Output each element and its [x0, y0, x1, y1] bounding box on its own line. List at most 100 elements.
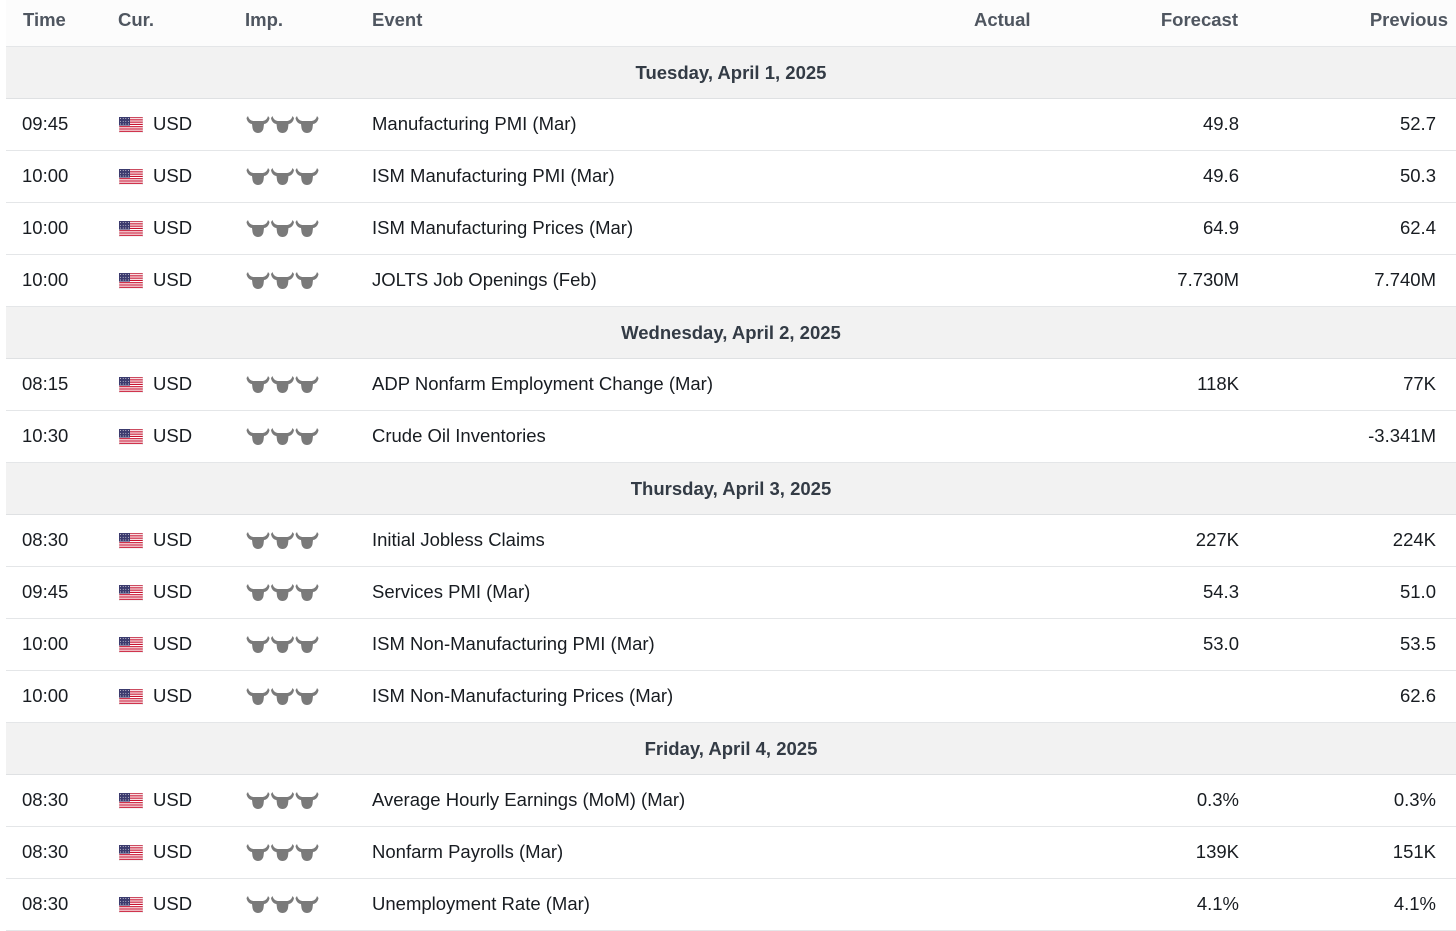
event-name[interactable]: Crude Oil Inventories: [372, 425, 546, 447]
bull-icon: [271, 792, 294, 809]
economic-calendar: Time Cur. Imp. Event Actual Forecast Pre…: [0, 0, 1456, 931]
us-flag-icon: [119, 273, 143, 289]
us-flag-icon: [119, 117, 143, 133]
table-row[interactable]: 08:30 USD Nonfarm Payrolls (Mar) 139K 151K: [6, 827, 1456, 879]
us-flag-icon: [119, 845, 143, 861]
date-row: Wednesday, April 2, 2025: [6, 307, 1456, 359]
bull-icon: [295, 584, 319, 601]
event-name[interactable]: JOLTS Job Openings (Feb): [372, 269, 597, 291]
bull-icon: [246, 844, 270, 861]
event-forecast: 139K: [1195, 841, 1239, 862]
importance-bulls-icon: [246, 688, 319, 705]
event-name[interactable]: Average Hourly Earnings (MoM) (Mar): [372, 789, 685, 811]
event-currency: USD: [153, 581, 193, 602]
event-currency: USD: [153, 425, 193, 446]
importance-bulls-icon: [246, 636, 319, 653]
event-name[interactable]: ISM Manufacturing PMI (Mar): [372, 165, 615, 187]
event-name[interactable]: ADP Nonfarm Employment Change (Mar): [372, 373, 713, 395]
event-name[interactable]: Nonfarm Payrolls (Mar): [372, 841, 563, 863]
event-time: 10:00: [22, 685, 69, 706]
event-previous: 62.4: [1399, 217, 1436, 238]
table-row[interactable]: 08:15 USD ADP Nonfarm Employment Change (M…: [6, 359, 1456, 411]
event-currency: USD: [153, 113, 193, 134]
bull-icon: [246, 688, 270, 705]
event-time: 08:30: [22, 841, 69, 862]
header-event[interactable]: Event: [372, 9, 422, 31]
header-previous[interactable]: Previous: [1370, 9, 1448, 31]
importance-bulls-icon: [246, 376, 319, 393]
event-name[interactable]: Manufacturing PMI (Mar): [372, 113, 577, 135]
us-flag-icon: [119, 897, 143, 913]
bull-icon: [246, 792, 270, 809]
table-row[interactable]: 10:00 USD ISM Manufacturing Prices (Mar) 64…: [6, 203, 1456, 255]
us-flag-icon: [119, 533, 143, 549]
event-forecast: 53.0: [1202, 633, 1239, 654]
event-name[interactable]: Initial Jobless Claims: [372, 529, 545, 551]
importance-bulls-icon: [246, 584, 319, 601]
bull-icon: [246, 168, 270, 185]
event-name[interactable]: Unemployment Rate (Mar): [372, 893, 590, 915]
bull-icon: [295, 168, 319, 185]
us-flag-icon: [119, 169, 143, 185]
bull-icon: [295, 844, 319, 861]
event-forecast: 54.3: [1202, 581, 1239, 602]
bull-icon: [271, 584, 294, 601]
event-name[interactable]: ISM Non-Manufacturing Prices (Mar): [372, 685, 673, 707]
importance-bulls-icon: [246, 116, 319, 133]
date-row: Thursday, April 3, 2025: [6, 463, 1456, 515]
date-label: Tuesday, April 1, 2025: [635, 61, 827, 83]
event-currency: USD: [153, 373, 193, 394]
bull-icon: [246, 532, 270, 549]
bull-icon: [295, 272, 319, 289]
table-row[interactable]: 09:45 USD Services PMI (Mar) 54.3 51.0: [6, 567, 1456, 619]
bull-icon: [295, 116, 319, 133]
event-currency: USD: [153, 633, 193, 654]
event-previous: 224K: [1392, 529, 1436, 550]
bull-icon: [295, 220, 319, 237]
us-flag-icon: [119, 793, 143, 809]
table-header: Time Cur. Imp. Event Actual Forecast Pre…: [6, 0, 1456, 47]
event-previous: 62.6: [1399, 685, 1436, 706]
table-row[interactable]: 08:30 USD Initial Jobless Claims 227K 224K: [6, 515, 1456, 567]
table-row[interactable]: 10:00 USD JOLTS Job Openings (Feb) 7.730M 7.…: [6, 255, 1456, 307]
event-previous: 53.5: [1399, 633, 1436, 654]
table-row[interactable]: 09:45 USD Manufacturing PMI (Mar) 49.8 52.7: [6, 99, 1456, 151]
header-time[interactable]: Time: [23, 9, 66, 31]
event-name[interactable]: Services PMI (Mar): [372, 581, 530, 603]
event-time: 10:00: [22, 269, 69, 290]
importance-bulls-icon: [246, 428, 319, 445]
event-time: 08:30: [22, 789, 69, 810]
event-currency: USD: [153, 841, 193, 862]
event-previous: 0.3%: [1393, 789, 1436, 810]
us-flag-icon: [119, 585, 143, 601]
event-time: 08:30: [22, 893, 69, 914]
table-row[interactable]: 10:00 USD ISM Non-Manufacturing Prices (Ma…: [6, 671, 1456, 723]
importance-bulls-icon: [246, 532, 319, 549]
importance-bulls-icon: [246, 844, 319, 861]
bull-icon: [246, 376, 270, 393]
bull-icon: [246, 584, 270, 601]
us-flag-icon: [119, 429, 143, 445]
event-currency: USD: [153, 217, 193, 238]
event-previous: 7.740M: [1374, 269, 1436, 290]
table-row[interactable]: 10:30 USD Crude Oil Inventories -3.341M: [6, 411, 1456, 463]
importance-bulls-icon: [246, 168, 319, 185]
table-row[interactable]: 10:00 USD ISM Manufacturing PMI (Mar) 49.6 5…: [6, 151, 1456, 203]
event-previous: 151K: [1392, 841, 1436, 862]
us-flag-icon: [119, 221, 143, 237]
bull-icon: [246, 116, 270, 133]
bull-icon: [246, 428, 270, 445]
event-name[interactable]: ISM Non-Manufacturing PMI (Mar): [372, 633, 655, 655]
event-time: 09:45: [22, 113, 69, 134]
importance-bulls-icon: [246, 272, 319, 289]
header-currency[interactable]: Cur.: [118, 9, 154, 31]
event-currency: USD: [153, 165, 193, 186]
header-forecast[interactable]: Forecast: [1161, 9, 1238, 31]
event-forecast: 118K: [1197, 373, 1239, 394]
table-row[interactable]: 10:00 USD ISM Non-Manufacturing PMI (Mar) 5…: [6, 619, 1456, 671]
table-row[interactable]: 08:30 USD Unemployment Rate (Mar) 4.1% 4.1%: [6, 879, 1456, 931]
header-actual[interactable]: Actual: [974, 9, 1031, 31]
event-name[interactable]: ISM Manufacturing Prices (Mar): [372, 217, 633, 239]
header-importance[interactable]: Imp.: [245, 9, 283, 31]
table-row[interactable]: 08:30 USD Average Hourly Earnings (MoM) (M…: [6, 775, 1456, 827]
